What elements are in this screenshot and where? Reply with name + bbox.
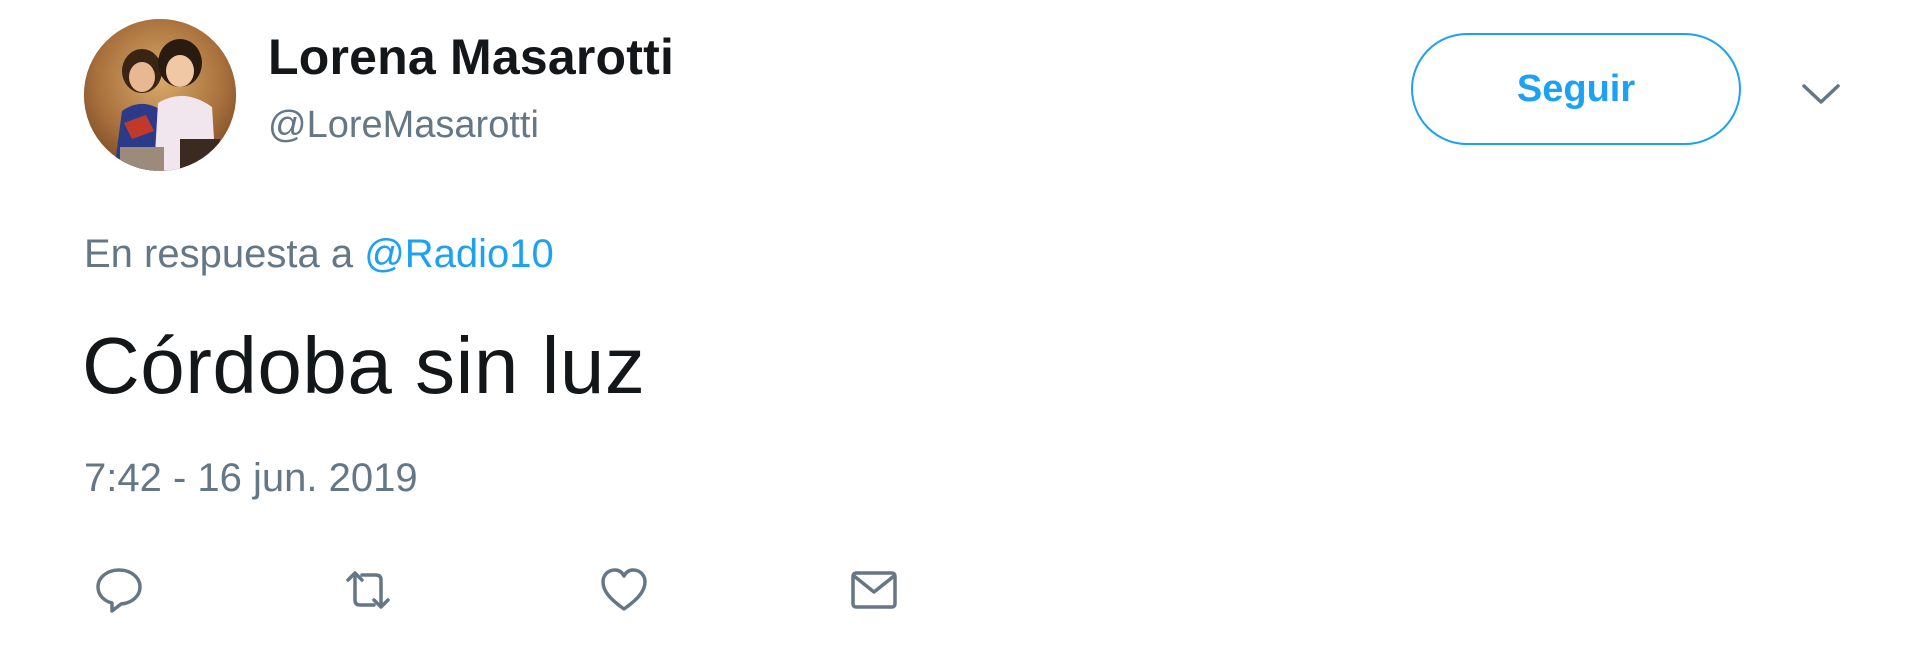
chevron-down-icon	[1802, 84, 1840, 104]
direct-message-button[interactable]	[846, 562, 902, 618]
tweet-text: Córdoba sin luz	[82, 321, 646, 410]
tweet-timestamp[interactable]: 7:42 - 16 jun. 2019	[84, 456, 418, 501]
author-handle[interactable]: @LoreMasarotti	[268, 104, 539, 147]
avatar[interactable]	[84, 19, 236, 171]
envelope-icon	[851, 571, 897, 609]
retweet-button[interactable]	[340, 562, 396, 618]
like-button[interactable]	[596, 562, 652, 618]
heart-icon	[601, 568, 647, 611]
comment-icon	[96, 568, 142, 613]
retweet-icon	[346, 571, 390, 609]
tweet-card: Lorena Masarotti @LoreMasarotti Seguir E…	[0, 0, 1920, 665]
reply-context: En respuesta a @Radio10	[84, 232, 554, 277]
author-display-name[interactable]: Lorena Masarotti	[268, 28, 674, 86]
reply-context-prefix: En respuesta a	[84, 232, 354, 276]
reply-mention-link[interactable]: @Radio10	[364, 232, 554, 276]
follow-button[interactable]: Seguir	[1411, 33, 1741, 145]
profile-photo-image	[84, 19, 236, 171]
reply-button[interactable]	[91, 562, 147, 618]
more-options-button[interactable]	[1798, 74, 1844, 114]
